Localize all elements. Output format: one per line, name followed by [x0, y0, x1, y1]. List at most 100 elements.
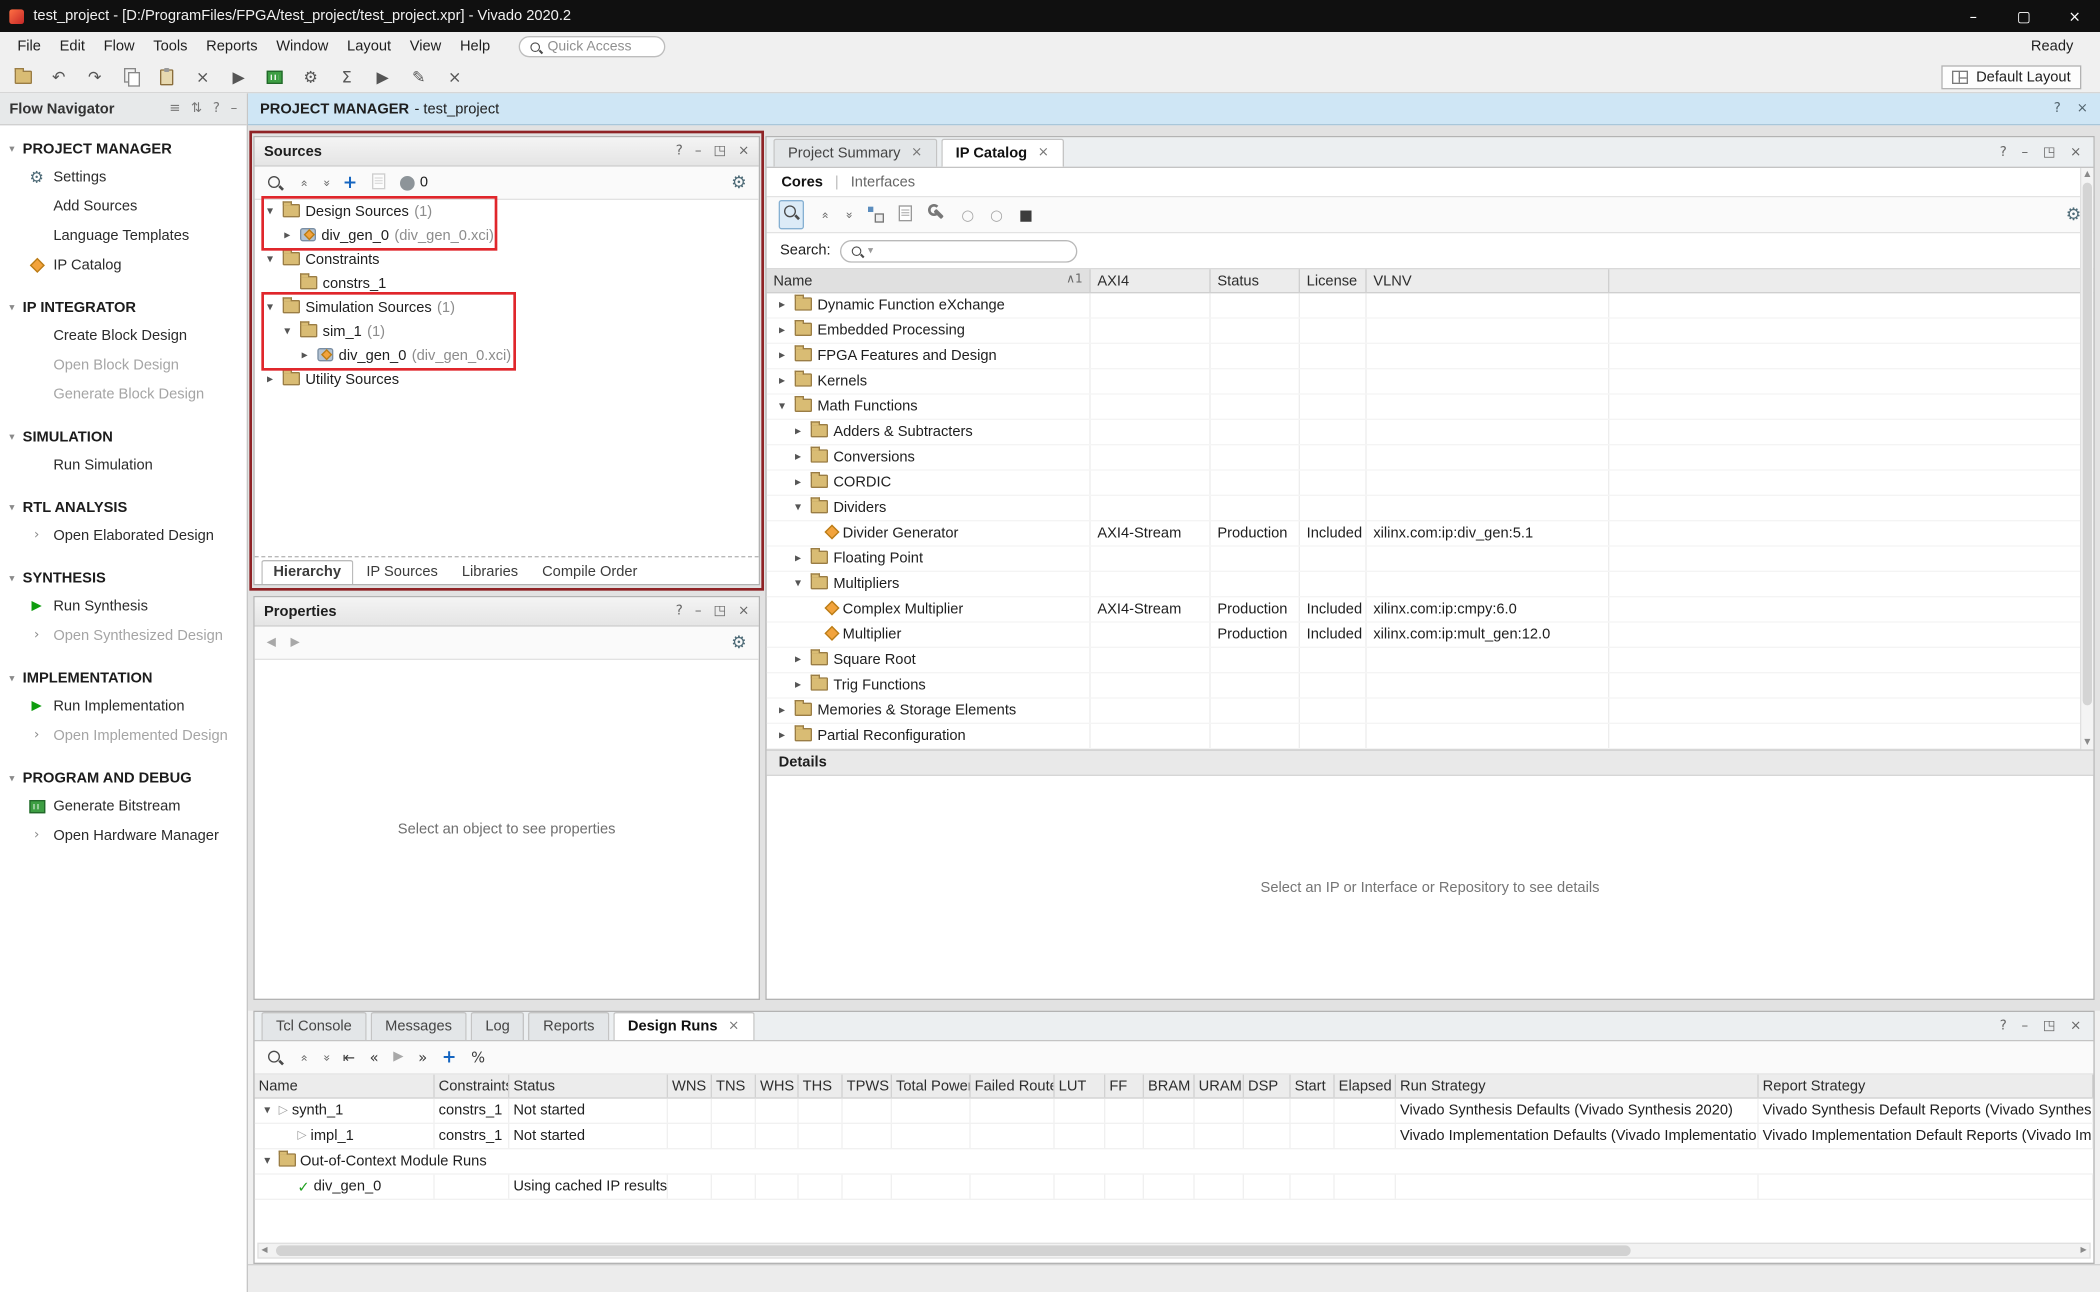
catalog-row-adders-subtracters[interactable]: ▸Adders & Subtracters: [767, 420, 2094, 445]
expander-icon[interactable]: ▾: [775, 401, 790, 413]
column-header-wns[interactable]: WNS: [668, 1075, 712, 1098]
tab-libraries[interactable]: Libraries: [451, 561, 529, 584]
taxonomy-view-icon[interactable]: [867, 205, 883, 225]
tree-row-constrs-1[interactable]: constrs_1: [255, 272, 759, 296]
expander-icon[interactable]: ▾: [791, 578, 806, 590]
scroll-up-icon[interactable]: ▲: [2081, 168, 2093, 181]
flow-section-header[interactable]: ▾PROJECT MANAGER: [0, 136, 247, 163]
expand-all-icon[interactable]: »: [318, 1054, 330, 1061]
flow-section-header[interactable]: ▾RTL ANALYSIS: [0, 495, 247, 522]
delete-icon[interactable]: ×: [193, 69, 212, 85]
tab-reports[interactable]: Reports: [528, 1012, 609, 1040]
search-icon[interactable]: [779, 200, 804, 229]
float-panel-icon[interactable]: ◳: [2043, 1020, 2056, 1033]
expander-icon[interactable]: ▸: [775, 325, 790, 337]
flow-nav-item-run-synthesis[interactable]: ▶Run Synthesis: [0, 592, 247, 621]
close-button[interactable]: ×: [2049, 0, 2100, 32]
menu-icon[interactable]: ≡: [169, 102, 180, 115]
percent-icon[interactable]: %: [471, 1050, 485, 1065]
flow-nav-item-run-implementation[interactable]: ▶Run Implementation: [0, 692, 247, 721]
copy-icon[interactable]: [121, 68, 140, 85]
tree-row-div-gen-0[interactable]: ▸div_gen_0 (div_gen_0.xci): [255, 344, 759, 368]
vertical-scrollbar[interactable]: ▲ ▼: [2080, 168, 2093, 749]
expander-icon[interactable]: ▸: [775, 705, 790, 717]
catalog-row-trig-functions[interactable]: ▸Trig Functions: [767, 673, 2094, 698]
fast-forward-icon[interactable]: »: [418, 1050, 427, 1065]
settings-wrench-icon[interactable]: [928, 204, 945, 225]
catalog-row-kernels[interactable]: ▸Kernels: [767, 369, 2094, 394]
expander-icon[interactable]: ▸: [775, 350, 790, 362]
help-icon[interactable]: ?: [676, 145, 683, 158]
settings-gear-icon[interactable]: ⚙: [731, 634, 747, 651]
quick-access-search[interactable]: Quick Access: [518, 36, 665, 57]
menu-file[interactable]: File: [8, 36, 50, 57]
column-header-report-strategy[interactable]: Report Strategy: [1759, 1075, 2094, 1098]
expander-icon[interactable]: ▾: [260, 1155, 275, 1167]
column-header-axi4[interactable]: AXI4: [1091, 269, 1211, 292]
close-panel-icon[interactable]: ×: [738, 145, 749, 158]
help-icon[interactable]: ?: [2000, 147, 2007, 160]
menu-help[interactable]: Help: [451, 36, 500, 57]
close-panel-icon[interactable]: ×: [738, 605, 749, 618]
column-header-bram[interactable]: BRAM: [1144, 1075, 1195, 1098]
tab-log[interactable]: Log: [471, 1012, 525, 1040]
catalog-row-embedded-processing[interactable]: ▸Embedded Processing: [767, 319, 2094, 344]
sort-icon[interactable]: ⇅: [191, 102, 202, 115]
flow-nav-item-ip-catalog[interactable]: IP Catalog: [0, 251, 247, 280]
flow-section-header[interactable]: ▾SIMULATION: [0, 424, 247, 451]
redo-icon[interactable]: ↷: [85, 69, 104, 85]
collapse-panel-icon[interactable]: –: [231, 102, 238, 115]
step-to-start-icon[interactable]: ⇤: [343, 1050, 355, 1065]
catalog-row-floating-point[interactable]: ▸Floating Point: [767, 547, 2094, 572]
fast-backward-icon[interactable]: «: [370, 1050, 379, 1065]
flow-nav-item-generate-block-design[interactable]: Generate Block Design: [0, 380, 247, 409]
design-run-row-synth-1[interactable]: ▾▷synth_1constrs_1Not startedVivado Synt…: [255, 1099, 2094, 1124]
flow-nav-item-open-synthesized-design[interactable]: ›Open Synthesized Design: [0, 621, 247, 650]
column-header-start[interactable]: Start: [1291, 1075, 1335, 1098]
tree-row-constraints[interactable]: ▾Constraints: [255, 248, 759, 272]
flow-nav-item-open-elaborated-design[interactable]: ›Open Elaborated Design: [0, 521, 247, 550]
tree-row-utility-sources[interactable]: ▸Utility Sources: [255, 368, 759, 392]
float-panel-icon[interactable]: ◳: [714, 605, 727, 618]
column-header-run-strategy[interactable]: Run Strategy: [1396, 1075, 1759, 1098]
expander-icon[interactable]: ▸: [297, 350, 312, 362]
help-icon[interactable]: ?: [2054, 102, 2061, 115]
flow-section-header[interactable]: ▾IP INTEGRATOR: [0, 295, 247, 322]
column-header-uram[interactable]: URAM: [1195, 1075, 1244, 1098]
expander-icon[interactable]: ▸: [280, 230, 295, 242]
close-design-icon[interactable]: ×: [445, 69, 464, 85]
flow-section-header[interactable]: ▾PROGRAM AND DEBUG: [0, 765, 247, 792]
tree-row-simulation-sources[interactable]: ▾Simulation Sources (1): [255, 296, 759, 320]
back-icon[interactable]: ◀: [267, 637, 276, 649]
column-header-whs[interactable]: WHS: [756, 1075, 799, 1098]
target-icon[interactable]: ○: [990, 207, 1003, 222]
minimize-panel-icon[interactable]: –: [2022, 1020, 2029, 1033]
flow-nav-item-open-implemented-design[interactable]: ›Open Implemented Design: [0, 721, 247, 750]
catalog-row-partial-reconfiguration[interactable]: ▸Partial Reconfiguration: [767, 724, 2094, 749]
expand-all-icon[interactable]: »: [841, 211, 853, 218]
column-header-vlnv[interactable]: VLNV: [1367, 269, 1610, 292]
expander-icon[interactable]: ▸: [775, 375, 790, 387]
menu-reports[interactable]: Reports: [197, 36, 267, 57]
paste-icon[interactable]: [157, 69, 176, 85]
column-header-tpws[interactable]: TPWS: [843, 1075, 892, 1098]
catalog-row-complex-multiplier[interactable]: Complex MultiplierAXI4-StreamProductionI…: [767, 597, 2094, 622]
flow-nav-item-add-sources[interactable]: Add Sources: [0, 192, 247, 221]
column-header-ff[interactable]: FF: [1105, 1075, 1144, 1098]
scroll-left-icon[interactable]: ◀: [261, 1247, 267, 1255]
catalog-row-dynamic-function-exchange[interactable]: ▸Dynamic Function eXchange: [767, 293, 2094, 318]
collapse-all-icon[interactable]: «: [818, 211, 830, 218]
close-icon[interactable]: ×: [2077, 102, 2088, 115]
tab-messages[interactable]: Messages: [370, 1012, 466, 1040]
subtab-cores[interactable]: Cores: [781, 174, 823, 190]
column-header-name[interactable]: Name∧1: [767, 269, 1091, 292]
expander-icon[interactable]: ▾: [280, 326, 295, 338]
expander-icon[interactable]: ▸: [791, 426, 806, 438]
column-header-lut[interactable]: LUT: [1055, 1075, 1106, 1098]
report-sigma-icon[interactable]: Σ: [337, 69, 356, 85]
tree-row-design-sources[interactable]: ▾Design Sources (1): [255, 200, 759, 224]
add-sources-icon[interactable]: +: [343, 174, 358, 191]
undo-icon[interactable]: ↶: [49, 69, 68, 85]
expander-icon[interactable]: ▸: [263, 374, 278, 386]
layout-selector[interactable]: Default Layout: [1941, 65, 2081, 89]
